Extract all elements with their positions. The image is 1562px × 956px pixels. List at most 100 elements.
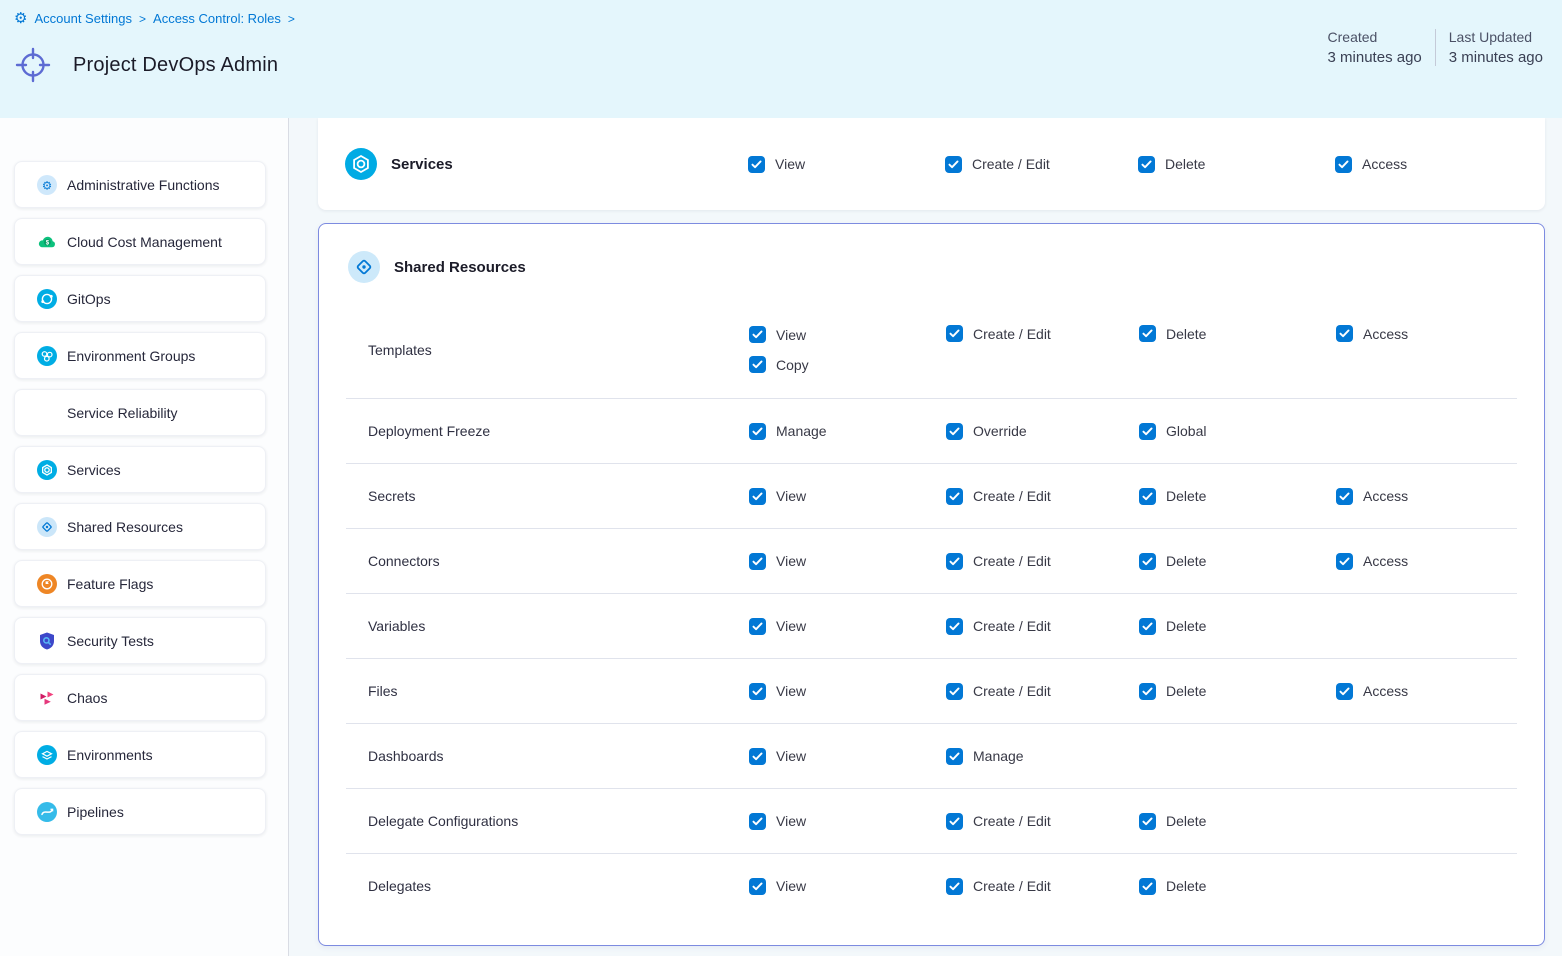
- checkbox-checked-icon[interactable]: [946, 553, 963, 570]
- checkbox-view[interactable]: View: [749, 878, 806, 895]
- checkbox-view[interactable]: View: [749, 813, 806, 830]
- checkbox-checked-icon[interactable]: [1336, 488, 1353, 505]
- checkbox-checked-icon[interactable]: [1336, 683, 1353, 700]
- checkbox-access[interactable]: Access: [1335, 156, 1407, 173]
- checkbox-checked-icon[interactable]: [1139, 813, 1156, 830]
- checkbox-create-edit[interactable]: Create / Edit: [946, 325, 1051, 342]
- checkbox-create-edit[interactable]: Create / Edit: [946, 618, 1051, 635]
- checkbox-label: Override: [973, 423, 1027, 439]
- checkbox-access[interactable]: Access: [1336, 488, 1408, 505]
- sidebar-item-service-reliability[interactable]: Service Reliability: [14, 389, 266, 436]
- checkbox-checked-icon[interactable]: [748, 156, 765, 173]
- checkbox-checked-icon[interactable]: [749, 326, 766, 343]
- checkbox-checked-icon[interactable]: [1139, 325, 1156, 342]
- sidebar-item-services[interactable]: Services: [14, 446, 266, 493]
- breadcrumb-account-settings[interactable]: Account Settings: [34, 11, 132, 26]
- checkbox-delete[interactable]: Delete: [1138, 156, 1205, 173]
- checkbox-delete[interactable]: Delete: [1139, 325, 1206, 342]
- checkbox-manage[interactable]: Manage: [946, 748, 1024, 765]
- checkbox-checked-icon[interactable]: [946, 325, 963, 342]
- checkbox-checked-icon[interactable]: [749, 813, 766, 830]
- checkbox-view[interactable]: View: [749, 488, 806, 505]
- checkbox-checked-icon[interactable]: [1138, 156, 1155, 173]
- pipelines-icon: [37, 802, 57, 822]
- checkbox-view[interactable]: View: [749, 748, 806, 765]
- checkbox-checked-icon[interactable]: [946, 748, 963, 765]
- permission-cell: View Copy: [749, 326, 946, 373]
- shared-resources-card-header: Shared Resources: [319, 224, 1544, 301]
- checkbox-create-edit[interactable]: Create / Edit: [946, 683, 1051, 700]
- checkbox-checked-icon[interactable]: [749, 748, 766, 765]
- checkbox-view[interactable]: View: [749, 683, 806, 700]
- checkbox-checked-icon[interactable]: [1139, 553, 1156, 570]
- permission-row-templates: Templates View Copy Create / Edit Delete…: [346, 301, 1517, 398]
- checkbox-checked-icon[interactable]: [945, 156, 962, 173]
- checkbox-checked-icon[interactable]: [749, 878, 766, 895]
- checkbox-create-edit[interactable]: Create / Edit: [946, 488, 1051, 505]
- checkbox-checked-icon[interactable]: [749, 488, 766, 505]
- checkbox-view[interactable]: View: [749, 618, 806, 635]
- checkbox-create-edit[interactable]: Create / Edit: [946, 553, 1051, 570]
- checkbox-label: Delete: [1166, 683, 1206, 699]
- checkbox-checked-icon[interactable]: [1139, 683, 1156, 700]
- checkbox-checked-icon[interactable]: [749, 618, 766, 635]
- checkbox-checked-icon[interactable]: [1139, 488, 1156, 505]
- checkbox-delete[interactable]: Delete: [1139, 488, 1206, 505]
- resource-name: Secrets: [346, 488, 749, 504]
- checkbox-delete[interactable]: Delete: [1139, 878, 1206, 895]
- checkbox-delete[interactable]: Delete: [1139, 813, 1206, 830]
- sidebar-item-feature-flags[interactable]: Feature Flags: [14, 560, 266, 607]
- checkbox-label: Delete: [1165, 156, 1205, 172]
- checkbox-checked-icon[interactable]: [1335, 156, 1352, 173]
- settings-gear-icon[interactable]: ⚙: [14, 11, 27, 26]
- checkbox-checked-icon[interactable]: [946, 618, 963, 635]
- checkbox-access[interactable]: Access: [1336, 325, 1408, 342]
- sidebar-item-environments[interactable]: Environments: [14, 731, 266, 778]
- checkbox-delete[interactable]: Delete: [1139, 553, 1206, 570]
- checkbox-create-edit[interactable]: Create / Edit: [945, 156, 1050, 173]
- checkbox-checked-icon[interactable]: [1139, 618, 1156, 635]
- sidebar-item-gitops[interactable]: GitOps: [14, 275, 266, 322]
- sidebar-item-cloud-cost-management[interactable]: $ Cloud Cost Management: [14, 218, 266, 265]
- checkbox-create-edit[interactable]: Create / Edit: [946, 878, 1051, 895]
- sidebar-item-pipelines[interactable]: Pipelines: [14, 788, 266, 835]
- checkbox-delete[interactable]: Delete: [1139, 618, 1206, 635]
- permission-cell: Access: [1336, 553, 1517, 570]
- checkbox-checked-icon[interactable]: [749, 423, 766, 440]
- checkbox-checked-icon[interactable]: [946, 423, 963, 440]
- sidebar-item-security-tests[interactable]: Security Tests: [14, 617, 266, 664]
- checkbox-checked-icon[interactable]: [749, 356, 766, 373]
- checkbox-override[interactable]: Override: [946, 423, 1027, 440]
- permission-cell: View: [749, 618, 946, 635]
- checkbox-checked-icon[interactable]: [946, 878, 963, 895]
- checkbox-checked-icon[interactable]: [749, 683, 766, 700]
- sidebar-item-chaos[interactable]: Chaos: [14, 674, 266, 721]
- checkbox-view[interactable]: View: [748, 156, 805, 173]
- checkbox-access[interactable]: Access: [1336, 553, 1408, 570]
- service-reliability-icon: [37, 403, 57, 423]
- sidebar-item-administrative-functions[interactable]: ⚙ Administrative Functions: [14, 161, 266, 208]
- checkbox-checked-icon[interactable]: [1139, 878, 1156, 895]
- checkbox-checked-icon[interactable]: [946, 813, 963, 830]
- sidebar-item-environment-groups[interactable]: Environment Groups: [14, 332, 266, 379]
- checkbox-access[interactable]: Access: [1336, 683, 1408, 700]
- sidebar-item-shared-resources[interactable]: Shared Resources: [14, 503, 266, 550]
- breadcrumb-access-control-roles[interactable]: Access Control: Roles: [153, 11, 281, 26]
- checkbox-checked-icon[interactable]: [946, 488, 963, 505]
- checkbox-checked-icon[interactable]: [749, 553, 766, 570]
- checkbox-view[interactable]: View: [749, 553, 806, 570]
- checkbox-label: Access: [1363, 683, 1408, 699]
- checkbox-delete[interactable]: Delete: [1139, 683, 1206, 700]
- checkbox-label: View: [776, 748, 806, 764]
- shared-resources-icon: [37, 517, 57, 537]
- checkbox-global[interactable]: Global: [1139, 423, 1206, 440]
- checkbox-view[interactable]: View: [749, 326, 806, 343]
- checkbox-checked-icon[interactable]: [1139, 423, 1156, 440]
- checkbox-checked-icon[interactable]: [946, 683, 963, 700]
- resource-name: Variables: [346, 618, 749, 634]
- checkbox-checked-icon[interactable]: [1336, 553, 1353, 570]
- checkbox-manage[interactable]: Manage: [749, 423, 827, 440]
- checkbox-copy[interactable]: Copy: [749, 356, 809, 373]
- checkbox-create-edit[interactable]: Create / Edit: [946, 813, 1051, 830]
- checkbox-checked-icon[interactable]: [1336, 325, 1353, 342]
